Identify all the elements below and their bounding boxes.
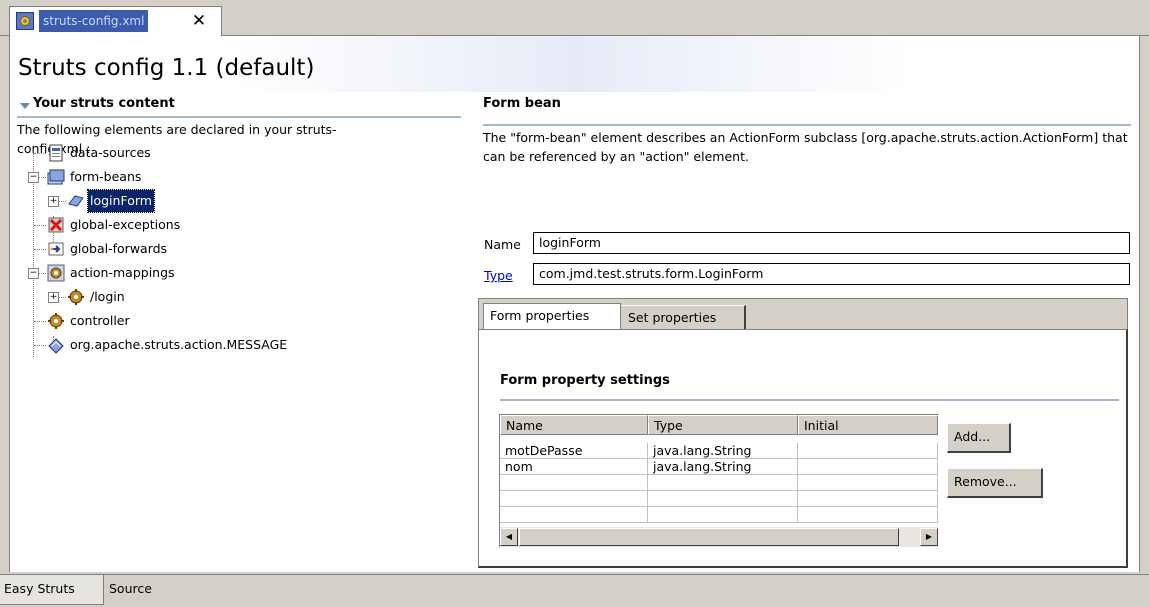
tree-item-label: /login [90, 289, 125, 304]
struts-file-icon [16, 12, 34, 30]
cell-name: motDePasse [500, 443, 648, 459]
tree-item-label: action-mappings [70, 265, 175, 280]
name-label: Name [484, 237, 521, 252]
column-header-type[interactable]: Type [648, 415, 798, 435]
struts-content-tree[interactable]: data-sources − form-beans + loginForm gl… [17, 142, 461, 562]
gear-icon [47, 264, 65, 282]
scroll-left-icon[interactable]: ◀ [500, 528, 518, 546]
cell-initial [798, 443, 938, 459]
cell-empty [648, 507, 798, 523]
cell-type: java.lang.String [648, 443, 798, 459]
type-link[interactable]: Type [484, 268, 513, 283]
tree-item-label: loginForm [87, 189, 155, 213]
editor-tab-struts-config[interactable]: struts-config.xml ✕ [9, 6, 222, 36]
cell-empty [648, 491, 798, 507]
collapse-arrow-icon[interactable] [20, 102, 30, 110]
section-divider [500, 399, 1119, 401]
tab-easy-struts[interactable]: Easy Struts [0, 575, 104, 605]
scroll-thumb[interactable] [519, 528, 899, 546]
cell-empty [798, 507, 938, 523]
tree-item-label: global-exceptions [70, 217, 181, 232]
form-properties-table[interactable]: Name Type Initial motDePasse java.lang.S… [499, 414, 939, 548]
tree-item-label: data-sources [70, 145, 151, 160]
cell-type: java.lang.String [648, 459, 798, 475]
message-icon [48, 338, 64, 354]
cell-empty [500, 475, 648, 491]
editor-tab-bar: struts-config.xml ✕ [0, 0, 1149, 36]
cell-initial [798, 459, 938, 475]
section-title-struts-content: Your struts content [33, 96, 175, 111]
page-title: Struts config 1.1 (default) [18, 55, 315, 81]
cell-empty [648, 475, 798, 491]
type-field[interactable]: com.jmd.test.struts.form.LoginForm [533, 263, 1130, 285]
cell-name: nom [500, 459, 648, 475]
tab-form-properties[interactable]: Form properties [483, 303, 621, 331]
editor-tab-label: struts-config.xml [39, 10, 149, 32]
exception-icon [48, 217, 64, 233]
add-button[interactable]: Add... [947, 423, 1011, 453]
column-header-initial[interactable]: Initial [798, 415, 938, 435]
action-icon [68, 289, 84, 305]
formbean-icon [47, 169, 65, 185]
remove-button[interactable]: Remove... [947, 468, 1043, 498]
tree-item-label: form-beans [70, 169, 142, 184]
expand-icon[interactable]: + [48, 292, 59, 303]
tree-item-label: org.apache.struts.action.MESSAGE [70, 337, 288, 352]
cell-empty [500, 491, 648, 507]
column-header-name[interactable]: Name [500, 415, 648, 435]
scroll-right-icon[interactable]: ▶ [920, 528, 938, 546]
section-divider [483, 124, 1131, 126]
form-icon [68, 195, 84, 207]
collapse-icon[interactable]: − [28, 172, 39, 183]
close-icon[interactable]: ✕ [187, 10, 211, 32]
collapse-icon[interactable]: − [28, 268, 39, 279]
tree-item-label: global-forwards [70, 241, 168, 256]
expand-icon[interactable]: + [48, 196, 59, 207]
tab-strip: Form properties Set properties [478, 298, 1128, 331]
controller-icon [48, 313, 64, 329]
cell-empty [798, 491, 938, 507]
horizontal-scrollbar[interactable]: ◀ ▶ [500, 527, 938, 547]
cell-empty [798, 475, 938, 491]
datasource-icon [49, 144, 63, 162]
section-divider [17, 116, 461, 118]
page-tab-bar: Easy Struts Source [0, 574, 1149, 607]
section-title-form-bean: Form bean [483, 96, 561, 111]
cell-empty [500, 507, 648, 523]
form-property-settings-title: Form property settings [500, 373, 670, 388]
forward-icon [48, 242, 64, 256]
page-header: Struts config 1.1 (default) [10, 36, 1139, 92]
name-field[interactable]: loginForm [533, 232, 1130, 254]
right-description: The "form-bean" element describes an Act… [483, 130, 1128, 164]
tree-item-label: controller [70, 313, 130, 328]
table-header: Name Type Initial [500, 415, 938, 435]
tab-set-properties[interactable]: Set properties [622, 305, 746, 331]
tab-source[interactable]: Source [105, 575, 165, 605]
